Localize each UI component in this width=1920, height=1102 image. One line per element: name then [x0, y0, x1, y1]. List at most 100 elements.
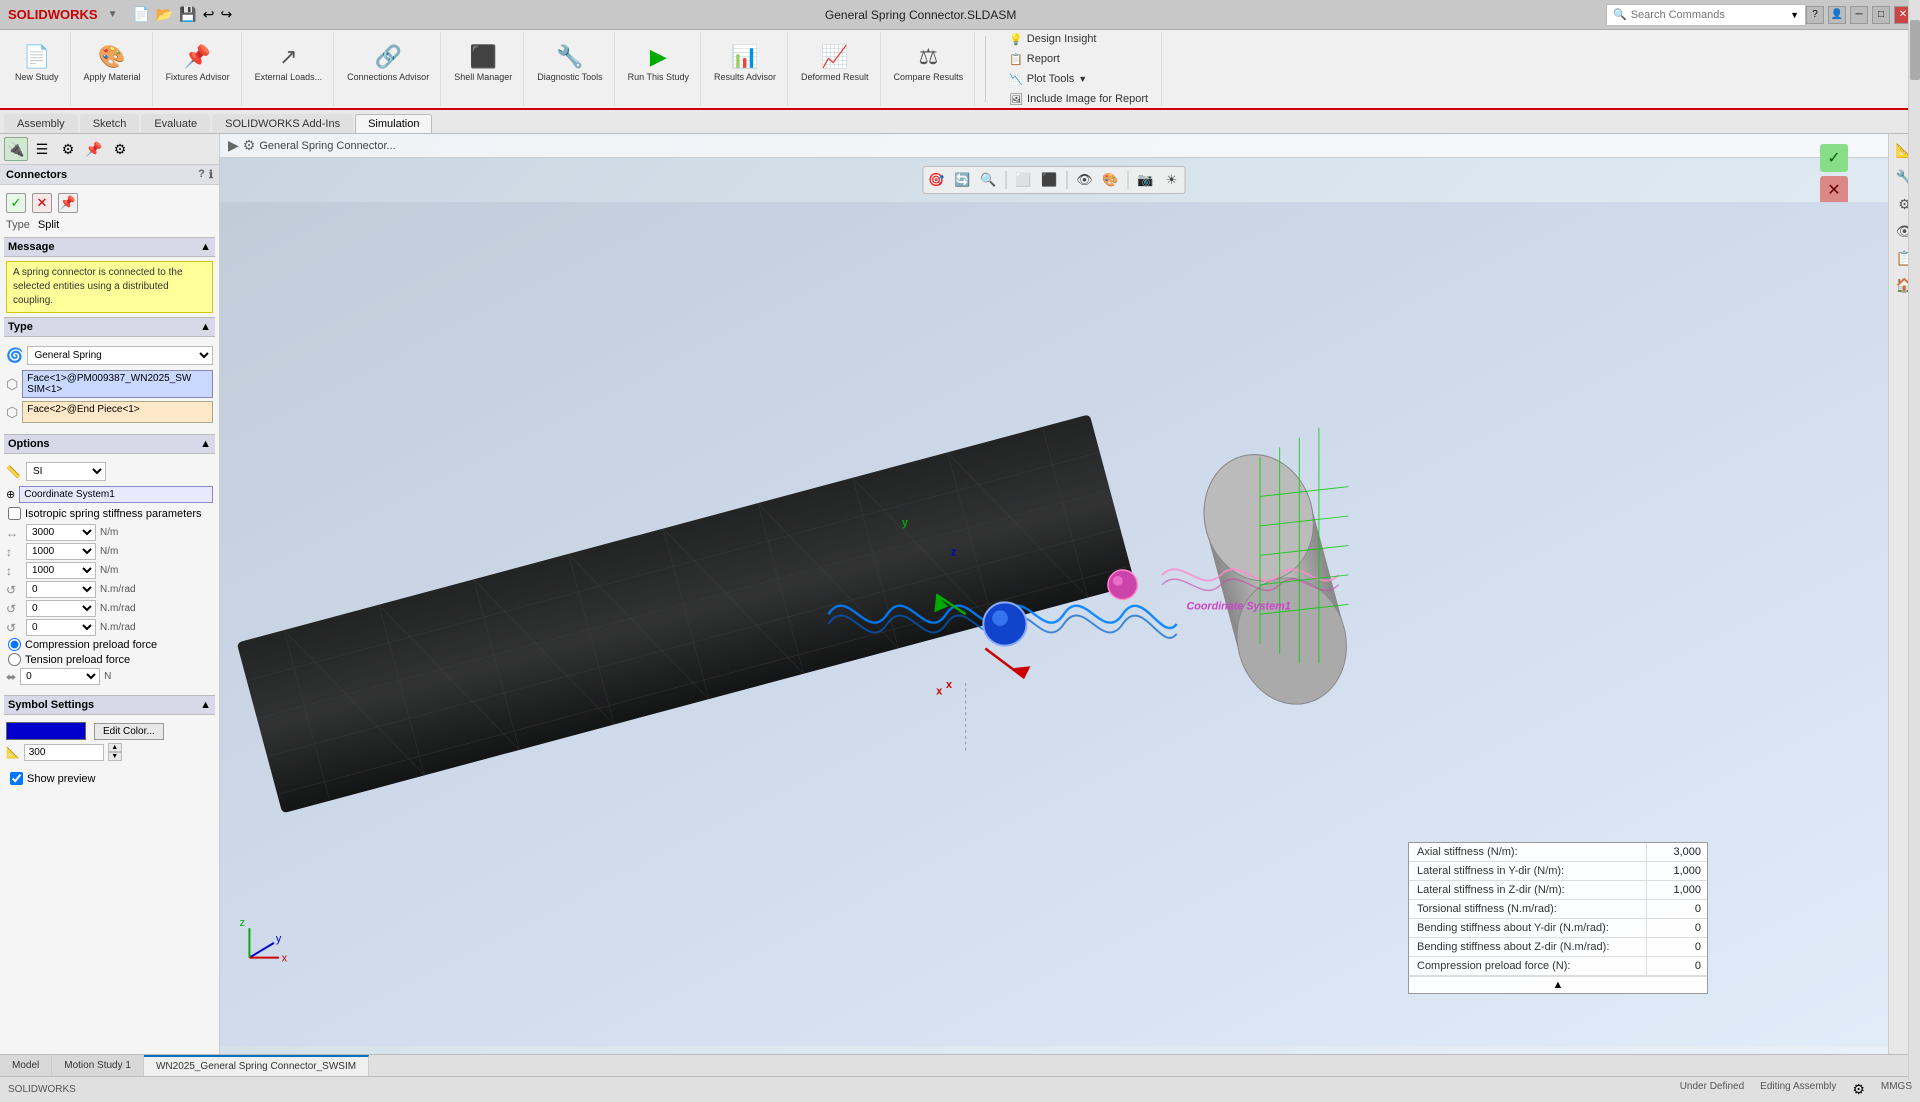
open-icon[interactable]: 📂 — [156, 6, 173, 23]
ribbon: 📄 New Study 🎨 Apply Material 📌 Fixtures … — [0, 30, 1920, 110]
tab-evaluate[interactable]: Evaluate — [141, 114, 210, 133]
tab-simulation[interactable]: Simulation — [355, 114, 432, 133]
stiffness-axial-icon: ↔ — [6, 526, 22, 540]
connections-button[interactable]: 🔗 Connections Advisor — [342, 34, 434, 92]
pin-icon-btn[interactable]: 📌 — [82, 137, 106, 161]
external-loads-button[interactable]: ↗ External Loads... — [250, 34, 328, 92]
tab-sketch[interactable]: Sketch — [80, 114, 140, 133]
shell-manager-button[interactable]: ⬛ Shell Manager — [449, 34, 517, 92]
stiffness-select-4[interactable]: 0 — [26, 600, 96, 617]
bottom-tab-wn2025[interactable]: WN2025_General Spring Connector_SWSIM — [144, 1055, 369, 1076]
compare-button[interactable]: ⚖ Compare Results — [889, 34, 969, 92]
diagnostic-button[interactable]: 🔧 Diagnostic Tools — [532, 34, 607, 92]
compression-radio[interactable] — [8, 638, 21, 651]
tension-radio[interactable] — [8, 653, 21, 666]
face1-input[interactable]: Face<1>@PM009387_WN2025_SW SIM<1> — [22, 370, 213, 398]
hide-show-button[interactable]: 👁 — [1074, 169, 1096, 191]
new-study-button[interactable]: 📄 New Study — [10, 34, 64, 92]
viewport[interactable]: ▶ ⚙ General Spring Connector... 🎯 🔄 🔍 ⬜ … — [220, 134, 1888, 1054]
display-mode-button[interactable]: ⬜ — [1013, 169, 1035, 191]
stiffness-select-0[interactable]: 3000 — [26, 524, 96, 541]
edit-color-button[interactable]: Edit Color... — [94, 723, 164, 740]
design-insight-button[interactable]: 💡 Design Insight — [1004, 30, 1153, 48]
plot-tools-icon: 📉 — [1009, 73, 1023, 86]
report-icon: 📋 — [1009, 53, 1023, 66]
deformed-button[interactable]: 📈 Deformed Result — [796, 34, 874, 92]
appearance-button[interactable]: 🎨 — [1100, 169, 1122, 191]
toolbar-separator-1 — [1006, 171, 1007, 189]
plot-tools-button[interactable]: 📉 Plot Tools ▼ — [1004, 70, 1153, 88]
filter-icon-btn[interactable]: ⚙ — [56, 137, 80, 161]
float-accept-button[interactable]: ✓ — [1820, 144, 1848, 172]
stiffness-lateral-y-icon: ↕ — [6, 545, 22, 559]
search-input[interactable] — [1631, 9, 1786, 21]
camera-button[interactable]: 📷 — [1135, 169, 1157, 191]
orient-view-button[interactable]: 🎯 — [926, 169, 948, 191]
redo-icon[interactable]: ↪ — [221, 6, 233, 23]
maximize-button[interactable]: □ — [1872, 6, 1890, 24]
connector-icon-btn[interactable]: 🔌 — [4, 137, 28, 161]
breadcrumb-icon: ▶ — [228, 137, 239, 154]
pin-panel-button[interactable]: 📌 — [58, 193, 78, 213]
unit-select[interactable]: SI IPS — [26, 462, 106, 481]
cancel-button[interactable]: ✕ — [32, 193, 52, 213]
window-title: General Spring Connector.SLDASM — [235, 8, 1606, 22]
size-down-button[interactable]: ▼ — [108, 752, 122, 761]
undo-icon[interactable]: ↩ — [203, 6, 215, 23]
solidworks-label: SOLIDWORKS — [8, 1084, 76, 1095]
accept-button[interactable]: ✓ — [6, 193, 26, 213]
new-study-icon: 📄 — [23, 44, 50, 70]
section-view-button[interactable]: ⬛ — [1039, 169, 1061, 191]
save-icon[interactable]: 💾 — [179, 6, 196, 23]
list-icon-btn[interactable]: ☰ — [30, 137, 54, 161]
lateral-y-label: Lateral stiffness in Y-dir (N/m): — [1409, 862, 1647, 880]
include-image-button[interactable]: 🖼 Include Image for Report — [1004, 90, 1153, 108]
status-right: Under Defined Editing Assembly ⚙ MMGS — [1680, 1081, 1912, 1098]
settings-icon-btn[interactable]: ⚙ — [108, 137, 132, 161]
stiffness-select-5[interactable]: 0 — [26, 619, 96, 636]
compare-label: Compare Results — [894, 72, 964, 83]
isotropic-checkbox[interactable] — [8, 507, 21, 520]
report-button[interactable]: 📋 Report — [1004, 50, 1153, 68]
search-dropdown-icon[interactable]: ▼ — [1790, 10, 1799, 20]
zoom-button[interactable]: 🔍 — [978, 169, 1000, 191]
spring-type-select[interactable]: General Spring — [27, 346, 213, 365]
plot-tools-dropdown-icon[interactable]: ▼ — [1078, 74, 1087, 84]
fixtures-button[interactable]: 📌 Fixtures Advisor — [161, 34, 235, 92]
bottom-tab-motion-study[interactable]: Motion Study 1 — [52, 1055, 144, 1076]
coord-system-input[interactable]: Coordinate System1 — [19, 486, 213, 503]
symbol-section-header[interactable]: Symbol Settings ▲ — [4, 695, 215, 715]
show-preview-checkbox[interactable] — [10, 772, 23, 785]
rotate-button[interactable]: 🔄 — [952, 169, 974, 191]
preload-select[interactable]: 0 — [20, 668, 100, 685]
type-section-header[interactable]: Type ▲ — [4, 317, 215, 337]
color-swatch[interactable] — [6, 722, 86, 740]
info-icon[interactable]: ℹ — [209, 168, 213, 181]
scene-button[interactable]: ☀ — [1161, 169, 1183, 191]
new-icon[interactable]: 📄 — [132, 6, 149, 23]
stiffness-select-1[interactable]: 1000 — [26, 543, 96, 560]
search-box[interactable]: 🔍 ▼ — [1606, 4, 1806, 26]
account-button[interactable]: 👤 — [1828, 6, 1846, 24]
stiffness-select-3[interactable]: 0 — [26, 581, 96, 598]
shell-manager-label: Shell Manager — [454, 72, 512, 83]
message-collapse-icon: ▲ — [200, 241, 211, 253]
info-row-lateral-y: Lateral stiffness in Y-dir (N/m): 1,000 — [1409, 862, 1707, 881]
help-icon[interactable]: ? — [198, 168, 205, 181]
apply-material-button[interactable]: 🎨 Apply Material — [79, 34, 146, 92]
size-up-button[interactable]: ▲ — [108, 743, 122, 752]
preload-force-value: 0 — [1647, 957, 1707, 975]
message-section-header[interactable]: Message ▲ — [4, 237, 215, 257]
results-button[interactable]: 📊 Results Advisor — [709, 34, 781, 92]
info-box-scroll-up[interactable]: ▲ — [1409, 976, 1707, 993]
bottom-tab-model[interactable]: Model — [0, 1055, 52, 1076]
options-section-header[interactable]: Options ▲ — [4, 434, 215, 454]
tab-assembly[interactable]: Assembly — [4, 114, 78, 133]
minimize-button[interactable]: ─ — [1850, 6, 1868, 24]
tab-addins[interactable]: SOLIDWORKS Add-Ins — [212, 114, 353, 133]
stiffness-select-2[interactable]: 1000 — [26, 562, 96, 579]
run-study-button[interactable]: ▶ Run This Study — [623, 34, 694, 92]
face2-input[interactable]: Face<2>@End Piece<1> — [22, 401, 213, 423]
help-button[interactable]: ? — [1806, 6, 1824, 24]
size-input[interactable] — [24, 744, 104, 761]
